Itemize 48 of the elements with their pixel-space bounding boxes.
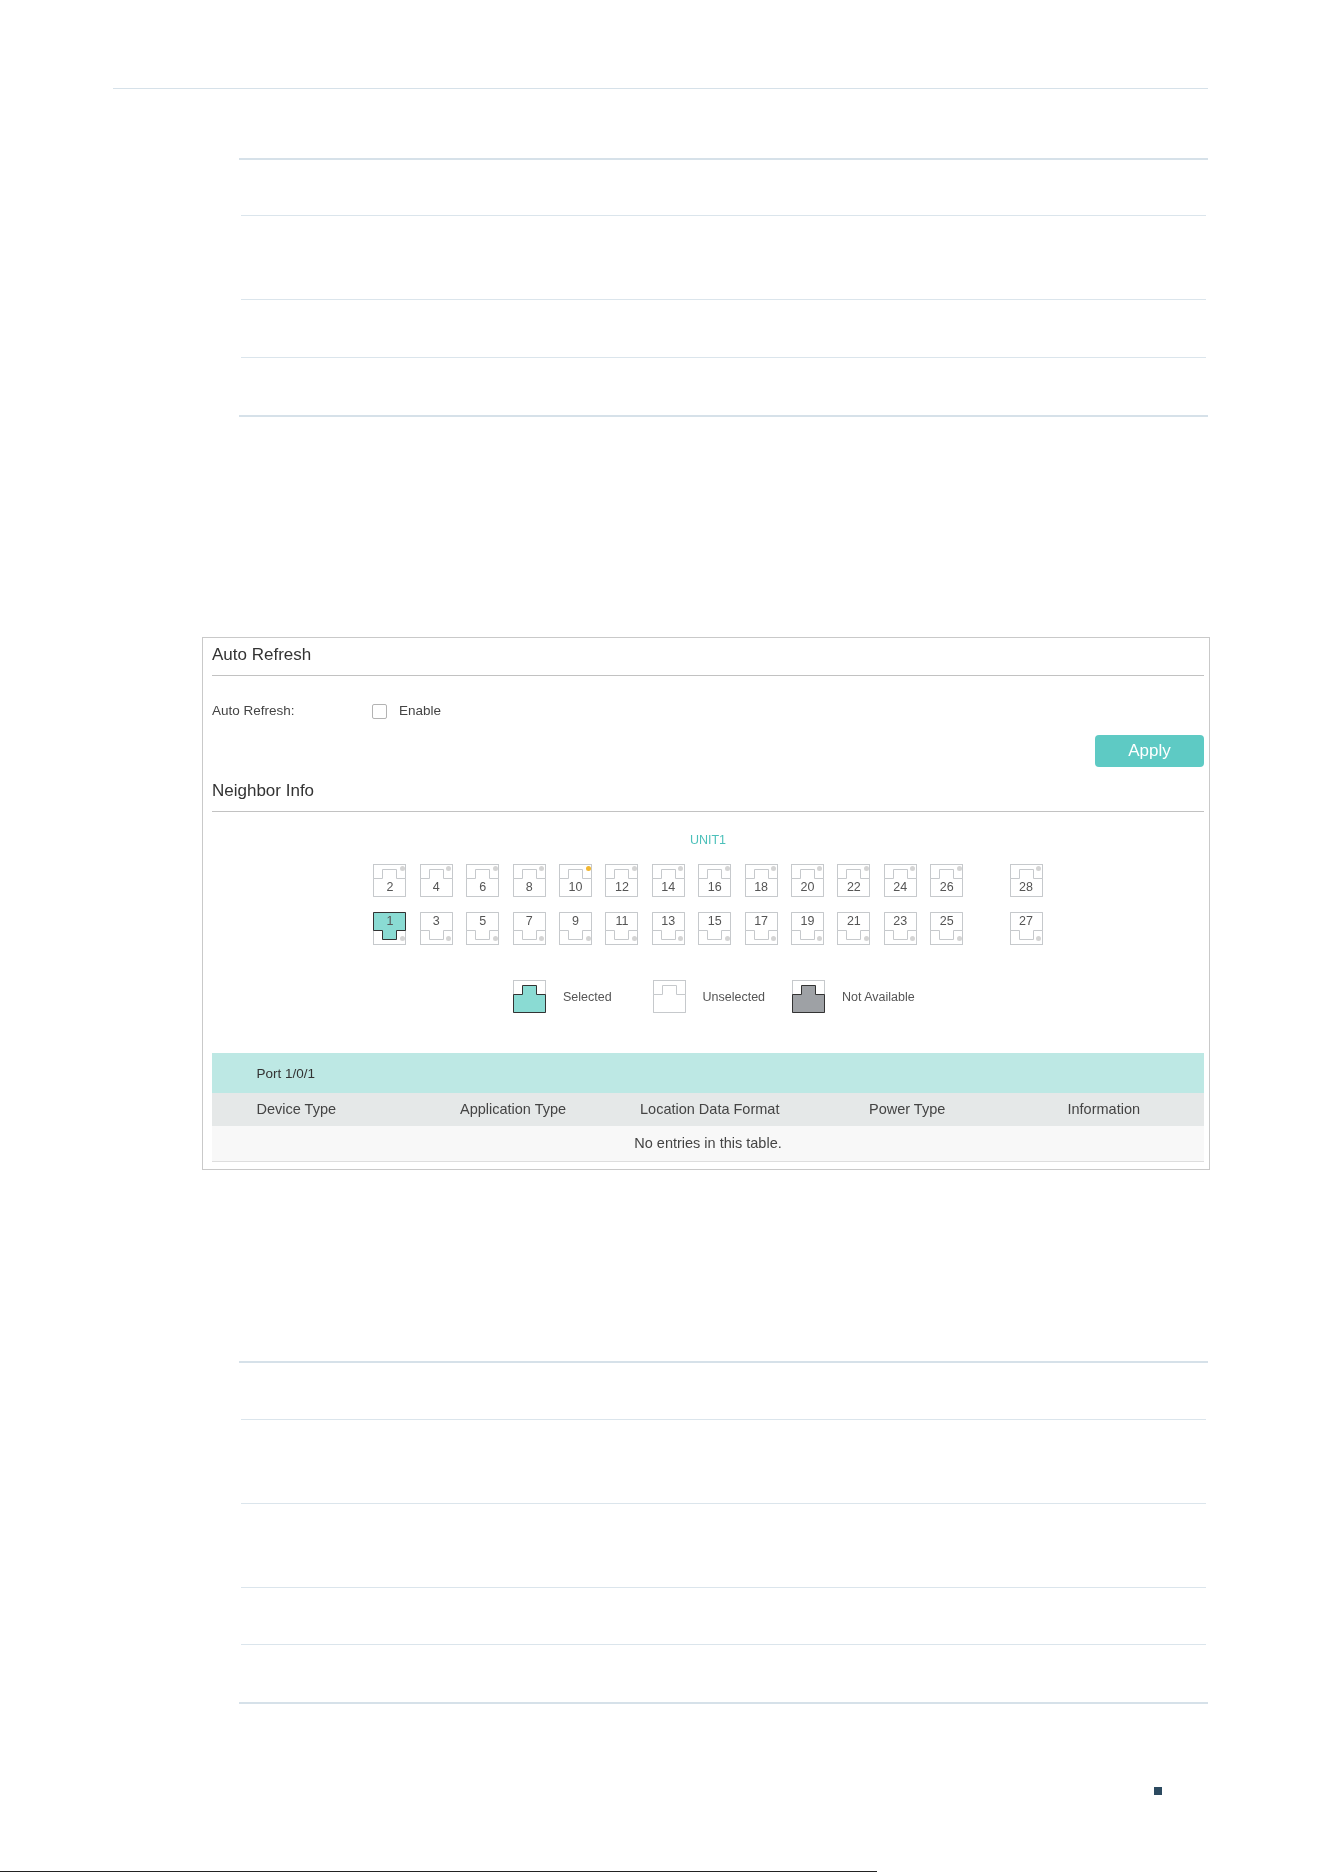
column-header: Power Type: [869, 1101, 946, 1118]
port-button[interactable]: 19: [790, 912, 824, 945]
port-button[interactable]: 9: [559, 912, 592, 945]
legend-label: Selected: [563, 989, 612, 1004]
section-title: Neighbor Info: [212, 781, 315, 801]
section-title: Auto Refresh: [212, 645, 312, 665]
port-button[interactable]: 28: [1009, 864, 1043, 897]
column-header: Information: [1067, 1101, 1141, 1118]
port-button[interactable]: 13: [651, 912, 685, 945]
port-button[interactable]: 5: [466, 912, 500, 945]
column-header: Application Type: [460, 1101, 567, 1118]
port-button[interactable]: 17: [744, 912, 778, 945]
port-button[interactable]: 20: [790, 864, 824, 897]
port-icon: [792, 980, 825, 1013]
port-icon: [513, 980, 546, 1013]
unit-label: UNIT1: [689, 833, 727, 847]
column-header: Device Type: [256, 1101, 337, 1118]
port-button[interactable]: 6: [466, 864, 500, 897]
port-button[interactable]: 14: [651, 864, 685, 897]
port-button[interactable]: 7: [512, 912, 546, 945]
port-button[interactable]: 3: [419, 912, 453, 945]
port-button[interactable]: 8: [512, 864, 546, 897]
empty-table-message: No entries in this table.: [212, 1125, 1204, 1162]
port-button[interactable]: 27: [1009, 912, 1043, 945]
field-label: Auto Refresh:: [212, 702, 296, 720]
port-icon: [652, 980, 686, 1013]
port-header-row: Port 1/0/1: [212, 1053, 1204, 1093]
square-icon: [1154, 1787, 1162, 1795]
port-button[interactable]: 12: [605, 864, 639, 897]
port-button[interactable]: 25: [930, 912, 964, 945]
port-button[interactable]: 26: [930, 864, 964, 897]
port-button[interactable]: 2: [373, 864, 407, 897]
port-button[interactable]: 22: [837, 864, 871, 897]
port-button[interactable]: 18: [744, 864, 778, 897]
checkbox-label[interactable]: Enable: [399, 701, 442, 721]
port-button[interactable]: 21: [837, 912, 871, 945]
port-button[interactable]: 24: [883, 864, 917, 897]
legend-label: Unselected: [702, 989, 766, 1004]
port-button[interactable]: 15: [698, 912, 732, 945]
checkbox[interactable]: [372, 703, 387, 719]
column-header: Location Data Format: [640, 1101, 780, 1118]
legend-label: Not Available: [842, 989, 915, 1004]
port-button[interactable]: 10: [559, 864, 592, 897]
port-button[interactable]: 16: [698, 864, 732, 897]
port-button[interactable]: 11: [605, 912, 639, 945]
port-button[interactable]: 23: [883, 912, 917, 945]
port-button[interactable]: 1: [373, 912, 407, 945]
port-button[interactable]: 4: [419, 864, 453, 897]
